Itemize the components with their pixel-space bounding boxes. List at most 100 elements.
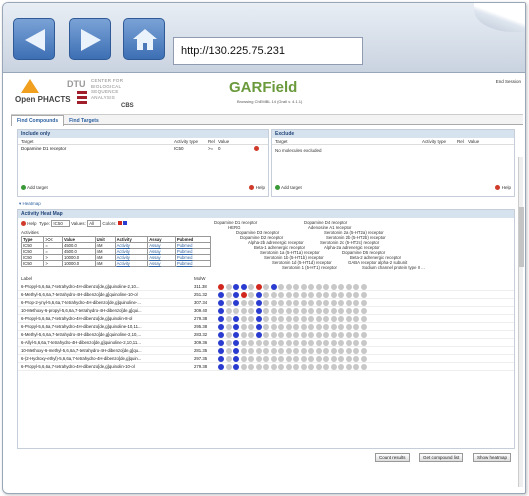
heatmap-cell[interactable] [255, 364, 262, 370]
compound-row[interactable]: 6-Methyl-5,6,6a,7-tetrahydro-4H-dibenzo[… [18, 331, 514, 339]
heatmap-cell[interactable] [353, 316, 359, 322]
heatmap-cell[interactable] [315, 300, 322, 306]
heatmap-cell[interactable] [285, 284, 292, 290]
compound-row[interactable]: 6-Methyl-5,6,6a,7-tetrahydro-4H-dibenzo[… [18, 291, 514, 299]
heatmap-cell[interactable] [293, 308, 299, 314]
heatmap-cell[interactable] [338, 364, 344, 370]
heatmap-cell[interactable] [255, 300, 262, 306]
heatmap-cell[interactable] [293, 356, 299, 362]
heatmap-cell[interactable] [278, 348, 284, 354]
heatmap-cell[interactable] [353, 292, 359, 298]
heatmap-cell[interactable] [270, 356, 277, 362]
heatmap-cell[interactable] [345, 292, 352, 298]
heatmap-cell[interactable] [240, 340, 247, 346]
heatmap-cell[interactable] [293, 300, 299, 306]
heatmap-cell[interactable] [278, 364, 284, 370]
heatmap-cell[interactable] [293, 292, 299, 298]
heatmap-cell[interactable] [353, 300, 359, 306]
heatmap-cell[interactable] [255, 356, 262, 362]
heatmap-cell[interactable] [263, 316, 269, 322]
heatmap-cell[interactable] [353, 284, 359, 290]
heatmap-cell[interactable] [338, 356, 344, 362]
heatmap-toggle[interactable]: ▾ Heatmap [19, 201, 41, 207]
heatmap-cell[interactable] [240, 324, 247, 330]
heatmap-cell[interactable] [233, 332, 239, 338]
heatmap-cell[interactable] [248, 332, 254, 338]
heatmap-cell[interactable] [218, 332, 224, 338]
compound-row[interactable]: 6-Propyl-5,6,6a,7-tetrahydro-4H-dibenzo[… [18, 283, 514, 291]
show-heatmap-button[interactable]: Show heatmap [473, 453, 512, 462]
heatmap-cell[interactable] [345, 324, 352, 330]
heatmap-cell[interactable] [278, 316, 284, 322]
heatmap-cell[interactable] [323, 340, 329, 346]
compound-row[interactable]: 6-Propyl-5,6,6a,7-tetrahydro-4H-dibenzo[… [18, 315, 514, 323]
compound-row[interactable]: 10-Methoxy-6-propyl-5,6,6a,7-tetrahydro-… [18, 307, 514, 315]
compound-label[interactable]: 10-Methoxy-6-propyl-5,6,6a,7-tetrahydro-… [21, 307, 142, 315]
heatmap-cell[interactable] [315, 292, 322, 298]
heatmap-cell[interactable] [263, 324, 269, 330]
heatmap-cell[interactable] [323, 284, 329, 290]
heatmap-cell[interactable] [330, 292, 337, 298]
include-row[interactable]: Dopamine D1 receptor IC50 >= 0 [18, 145, 268, 152]
heatmap-cell[interactable] [270, 316, 277, 322]
heatmap-cell[interactable] [218, 364, 224, 370]
heatmap-cell[interactable] [240, 300, 247, 306]
heatmap-cell[interactable] [345, 332, 352, 338]
heatmap-cell[interactable] [323, 356, 329, 362]
heatmap-cell[interactable] [345, 340, 352, 346]
heatmap-cell[interactable] [315, 332, 322, 338]
compound-label[interactable]: 6-Propyl-5,6,6a,7-tetrahydro-4H-dibenzo[… [21, 315, 132, 323]
heatmap-cell[interactable] [285, 324, 292, 330]
help-include[interactable]: Help [249, 185, 265, 191]
heatmap-cell[interactable] [345, 356, 352, 362]
heatmap-cell[interactable] [285, 364, 292, 370]
heatmap-cell[interactable] [248, 284, 254, 290]
heatmap-cell[interactable] [255, 308, 262, 314]
heatmap-cell[interactable] [270, 340, 277, 346]
heatmap-cell[interactable] [233, 284, 239, 290]
color-swatch-red[interactable] [117, 221, 122, 225]
heatmap-cell[interactable] [360, 340, 367, 346]
forward-button[interactable] [69, 18, 111, 60]
heatmap-cell[interactable] [225, 292, 232, 298]
heatmap-cell[interactable] [330, 308, 337, 314]
heatmap-cell[interactable] [278, 324, 284, 330]
heatmap-cell[interactable] [323, 308, 329, 314]
heatmap-cell[interactable] [360, 332, 367, 338]
back-button[interactable] [13, 18, 55, 60]
heatmap-cell[interactable] [338, 300, 344, 306]
type-select[interactable]: IC50 [51, 220, 70, 227]
help-icon[interactable] [21, 221, 26, 227]
heatmap-cell[interactable] [248, 356, 254, 362]
heatmap-cell[interactable] [323, 316, 329, 322]
heatmap-cell[interactable] [248, 340, 254, 346]
heatmap-cell[interactable] [270, 308, 277, 314]
heatmap-cell[interactable] [278, 340, 284, 346]
heatmap-cell[interactable] [315, 340, 322, 346]
heatmap-cell[interactable] [255, 292, 262, 298]
heatmap-cell[interactable] [300, 348, 307, 354]
heatmap-cell[interactable] [218, 324, 224, 330]
heatmap-cell[interactable] [248, 348, 254, 354]
heatmap-cell[interactable] [360, 292, 367, 298]
heatmap-cell[interactable] [293, 284, 299, 290]
heatmap-cell[interactable] [315, 284, 322, 290]
heatmap-cell[interactable] [240, 316, 247, 322]
heatmap-cell[interactable] [338, 292, 344, 298]
activities-link[interactable]: Pubmed [174, 260, 212, 267]
heatmap-cell[interactable] [345, 284, 352, 290]
heatmap-cell[interactable] [270, 284, 277, 290]
heatmap-cell[interactable] [308, 348, 314, 354]
heatmap-cell[interactable] [293, 364, 299, 370]
heatmap-cell[interactable] [353, 356, 359, 362]
heatmap-cell[interactable] [233, 324, 239, 330]
heatmap-cell[interactable] [218, 300, 224, 306]
compound-label[interactable]: 6-Propyl-5,6,6a,7-tetrahydro-4H-dibenzo[… [21, 283, 139, 291]
heatmap-cell[interactable] [270, 292, 277, 298]
heatmap-cell[interactable] [323, 348, 329, 354]
heatmap-cell[interactable] [360, 316, 367, 322]
heatmap-cell[interactable] [233, 364, 239, 370]
heatmap-cell[interactable] [233, 308, 239, 314]
heatmap-cell[interactable] [300, 324, 307, 330]
compound-label[interactable]: 10-Methoxy-6-methyl-5,6,6a,7-tetrahydro-… [21, 347, 142, 355]
